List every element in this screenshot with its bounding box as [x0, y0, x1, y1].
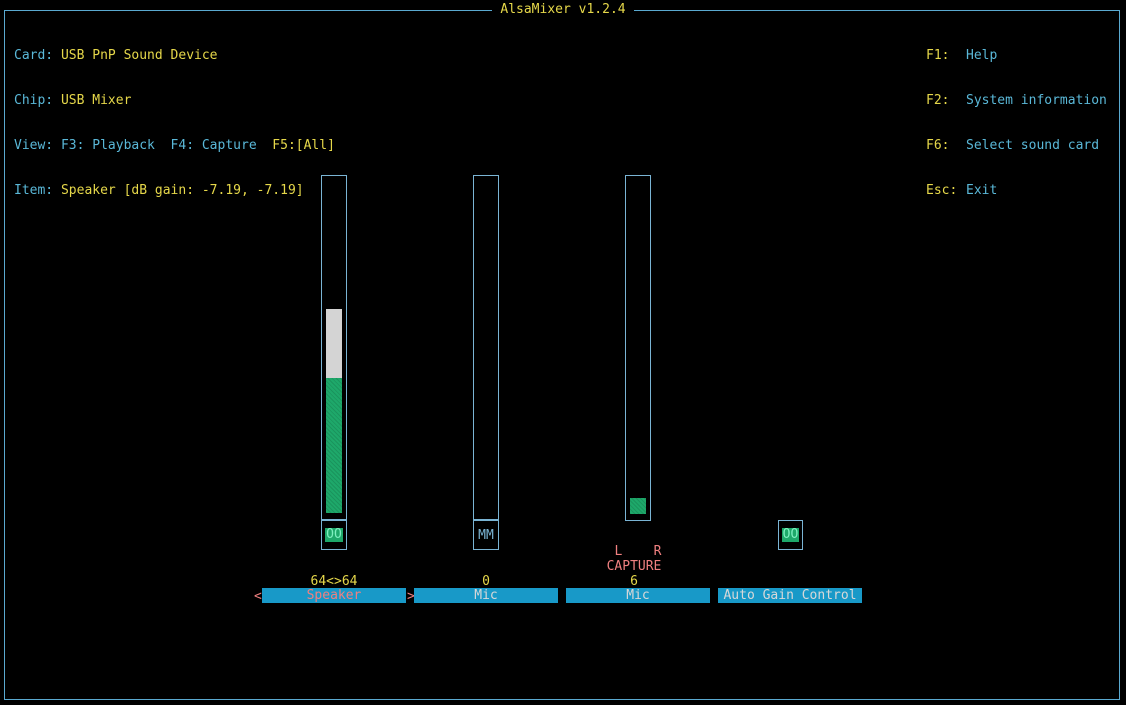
mic-playback-mute-switch[interactable]: MM — [473, 520, 499, 550]
speaker-value: 64<>64 — [310, 574, 358, 589]
mic-playback-value: 0 — [482, 574, 490, 589]
card-value: USB PnP Sound Device — [60, 48, 218, 63]
capture-label[interactable]: CAPTURE — [562, 559, 706, 574]
help-key-esc[interactable]: Esc: Exit — [926, 183, 1107, 198]
help-key-f2[interactable]: F2: System information — [926, 93, 1107, 108]
mic-playback-volume-slider[interactable] — [473, 175, 499, 520]
mic-capture-channel-name[interactable]: Mic — [566, 588, 710, 603]
view-label: View: — [14, 138, 54, 153]
help-key-f1[interactable]: F1: Help — [926, 48, 1107, 63]
mic-capture-volume-slider[interactable] — [625, 175, 651, 521]
help-keys: F1: Help F2: System information F6: Select … — [926, 18, 1107, 213]
mic-capture-value: 6 — [630, 574, 638, 589]
item-value: Speaker [dB gain: -7.19, -7.19] — [60, 183, 304, 198]
view-all-option[interactable]: F5:[All] — [272, 138, 335, 153]
auto-gain-control-channel-name[interactable]: Auto Gain Control — [718, 588, 862, 603]
mic-capture-level-fill — [630, 498, 646, 514]
capture-lr-indicator: L R — [614, 544, 662, 559]
card-label: Card: — [14, 48, 54, 63]
mic-playback-channel-name[interactable]: Mic — [414, 588, 558, 603]
device-info: Card: USB PnP Sound Device Chip: USB Mix… — [14, 18, 335, 213]
chip-value: USB Mixer — [60, 93, 132, 108]
view-capture-option[interactable]: F4: Capture — [171, 138, 257, 153]
help-key-f6[interactable]: F6: Select sound card — [926, 138, 1107, 153]
view-playback-option[interactable]: F3: Playback — [61, 138, 155, 153]
speaker-level-fill — [326, 378, 342, 513]
speaker-mute-switch[interactable]: OO — [321, 520, 347, 550]
chip-label: Chip: — [14, 93, 54, 108]
selection-arrow-left: < — [254, 589, 262, 604]
auto-gain-control-switch[interactable]: OO — [778, 520, 803, 550]
speaker-channel-name[interactable]: Speaker — [262, 588, 406, 603]
speaker-volume-slider[interactable] — [321, 175, 347, 520]
item-label: Item: — [14, 183, 54, 198]
